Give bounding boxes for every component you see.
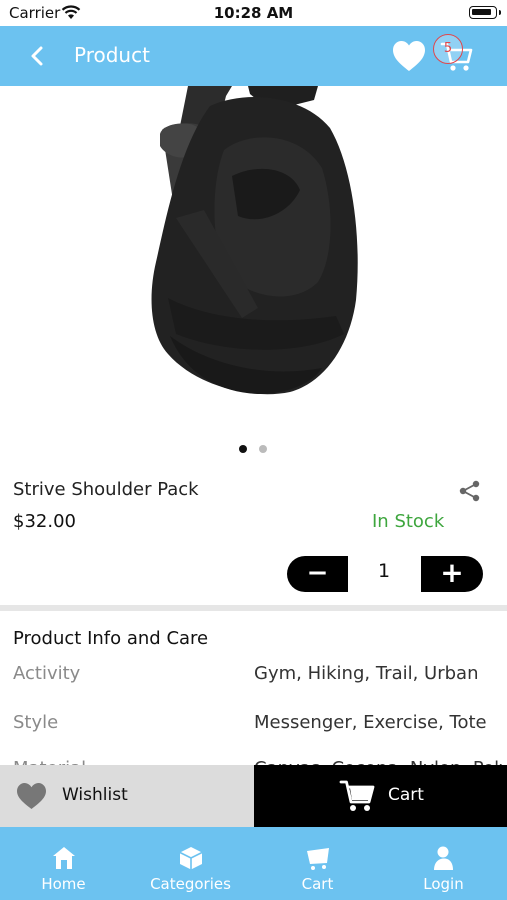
tab-categories[interactable]: Categories: [127, 827, 254, 900]
clock: 10:28 AM: [213, 4, 294, 22]
tab-label: Categories: [150, 875, 231, 893]
info-row: Activity Gym, Hiking, Trail, Urban: [0, 663, 507, 691]
tab-label: Login: [423, 875, 464, 893]
tab-home[interactable]: Home: [0, 827, 127, 900]
action-bar: Wishlist Cart: [0, 765, 507, 827]
user-icon: [433, 846, 453, 870]
quantity-increment-button[interactable]: +: [421, 556, 483, 592]
product-image[interactable]: [0, 86, 507, 436]
pager-dot-active: [239, 445, 247, 453]
tab-login[interactable]: Login: [380, 827, 507, 900]
heart-icon: [17, 783, 46, 809]
info-row: Style Messenger, Exercise, Tote: [0, 712, 507, 740]
cart-icon: [339, 780, 375, 811]
cart-count-badge: 5: [433, 34, 463, 64]
home-icon: [52, 847, 75, 869]
wishlist-label: Wishlist: [62, 785, 128, 805]
share-icon[interactable]: [458, 480, 482, 502]
product-name: Strive Shoulder Pack: [13, 479, 199, 500]
image-pager[interactable]: [239, 445, 269, 455]
add-to-wishlist-button[interactable]: Wishlist: [0, 765, 254, 827]
stock-status: In Stock: [372, 511, 445, 532]
tab-label: Home: [41, 875, 86, 893]
battery-icon: [469, 6, 501, 19]
tab-label: Cart: [301, 875, 334, 893]
tab-bar: Home Categories Cart Login: [0, 827, 507, 900]
status-bar: Carrier 10:28 AM: [0, 0, 507, 26]
info-key: Style: [13, 712, 59, 733]
heart-icon[interactable]: [390, 38, 428, 74]
info-key: Activity: [13, 663, 81, 684]
section-divider: [0, 605, 507, 611]
info-value: Messenger, Exercise, Tote: [254, 712, 487, 733]
cart-icon: [306, 848, 329, 870]
chevron-left-icon[interactable]: [24, 42, 52, 70]
categories-icon: [179, 847, 202, 870]
tab-cart[interactable]: Cart: [254, 827, 381, 900]
quantity-value: 1: [377, 560, 391, 582]
cart-action-label: Cart: [388, 785, 424, 805]
quantity-decrement-button[interactable]: −: [287, 556, 348, 592]
product-price: $32.00: [13, 511, 76, 532]
navigation-bar: Product 5: [0, 26, 507, 86]
add-to-cart-button[interactable]: Cart: [254, 765, 507, 827]
info-value: Gym, Hiking, Trail, Urban: [254, 663, 479, 684]
product-screen: Carrier 10:28 AM Product 5 Strive Should…: [0, 0, 507, 900]
page-title: Product: [74, 43, 150, 67]
pager-dot: [259, 445, 267, 453]
info-section-title: Product Info and Care: [13, 628, 209, 649]
